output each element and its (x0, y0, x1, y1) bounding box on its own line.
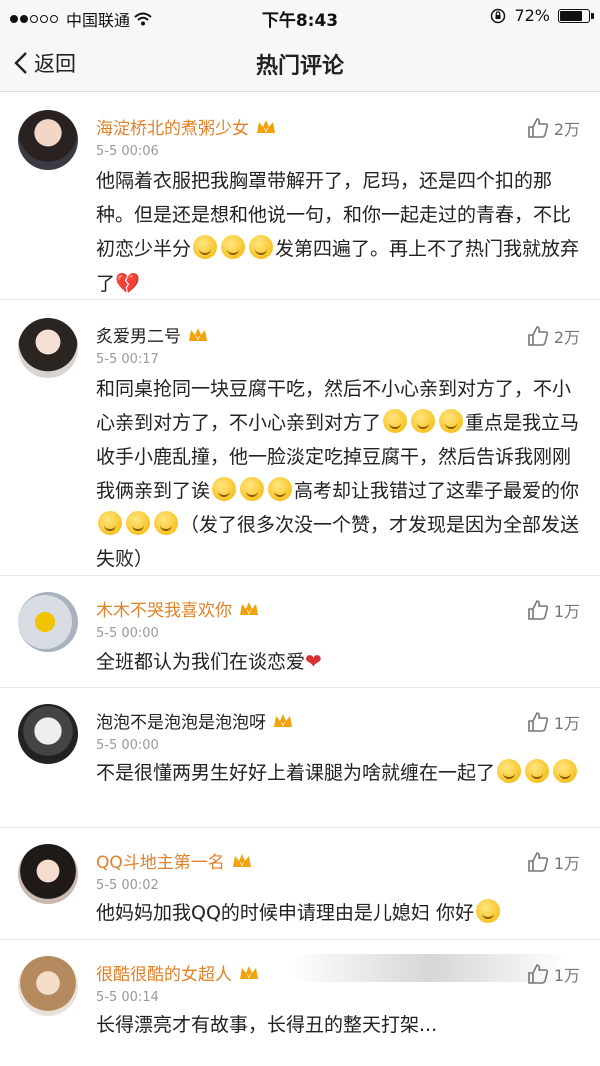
vip-crown-icon: v (240, 601, 258, 616)
comment-text: 他妈妈加我QQ的时候申请理由是儿媳妇 你好 (96, 896, 586, 930)
status-bar: 中国联通 下午8:43 72% (0, 0, 600, 34)
username[interactable]: 炙爱男二号 v (96, 322, 209, 347)
username[interactable]: 木木不哭我喜欢你 v (96, 596, 260, 621)
vip-crown-icon: v (257, 119, 275, 134)
comment-list: 海淀桥北的煮粥少女 v 5-5 00:06 2万 他隔着衣服把我胸罩带解开了，尼… (0, 92, 600, 1066)
nav-bar: 返回 热门评论 (0, 34, 600, 92)
comment-time: 5-5 00:17 (96, 352, 159, 367)
avatar[interactable] (18, 592, 78, 652)
thumbs-up-icon (528, 118, 548, 138)
tears-emoji-icon (98, 511, 122, 535)
like-button[interactable]: 1万 (527, 598, 580, 622)
username-text: 木木不哭我喜欢你 (96, 601, 232, 621)
dizzy-emoji-icon (268, 477, 293, 501)
smile-emoji-icon (193, 235, 218, 259)
svg-text:v: v (247, 608, 251, 616)
username-text: QQ斗地主第一名 (96, 853, 225, 873)
comment-text: 长得漂亮才有故事，长得丑的整天打架... (96, 1008, 586, 1042)
thumbs-up-icon (528, 600, 548, 620)
like-count: 2万 (553, 328, 580, 347)
comment-text: 全班都认为我们在谈恋爱❤ (96, 644, 586, 679)
thumbs-up-icon (528, 712, 548, 732)
like-count: 1万 (553, 854, 580, 873)
avatar[interactable] (18, 318, 78, 378)
thumbs-up-icon (528, 964, 548, 984)
svg-text:v: v (240, 860, 244, 868)
like-count: 2万 (553, 120, 580, 139)
cry-emoji-icon (383, 409, 408, 433)
comment-item: QQ斗地主第一名 v 5-5 00:02 1万 他妈妈加我QQ的时候申请理由是儿… (0, 828, 600, 940)
like-button[interactable]: 2万 (527, 324, 580, 348)
orientation-lock-icon (491, 8, 506, 23)
comment-item: 炙爱男二号 v 5-5 00:17 2万 和同桌抢同一块豆腐干吃，然后不小心亲到… (0, 300, 600, 576)
vip-crown-icon: v (189, 327, 207, 342)
vip-crown-icon: v (232, 853, 251, 868)
avatar[interactable] (18, 844, 78, 904)
avatar[interactable] (18, 956, 78, 1016)
smile-emoji-icon (553, 759, 578, 783)
svg-text:v: v (264, 126, 268, 134)
tears-emoji-icon (126, 511, 150, 535)
username[interactable]: 海淀桥北的煮粥少女 v (96, 114, 277, 139)
thumbs-up-icon (528, 326, 548, 346)
comment-text: 和同桌抢同一块豆腐干吃，然后不小心亲到对方了，不小心亲到对方了，不小心亲到对方了… (96, 372, 586, 576)
smile-emoji-icon (249, 235, 274, 259)
smile-emoji-icon (525, 759, 550, 783)
like-button[interactable]: 1万 (527, 962, 580, 986)
smile-emoji-icon (497, 759, 522, 783)
status-right: 72% (490, 6, 594, 25)
like-count: 1万 (553, 714, 580, 733)
comment-item: 木木不哭我喜欢你 v 5-5 00:00 1万 全班都认为我们在谈恋爱❤ (0, 576, 600, 688)
tears-emoji-icon (154, 511, 178, 535)
avatar[interactable] (18, 704, 78, 764)
dizzy-emoji-icon (212, 477, 237, 501)
comment-text-part: 不是很懂两男生好好上着课腿为啥就缠在一起了 (96, 762, 496, 784)
like-button[interactable]: 1万 (527, 850, 580, 874)
username[interactable]: QQ斗地主第一名 v (96, 848, 253, 873)
username-text: 炙爱男二号 (96, 327, 181, 347)
svg-text:v: v (281, 720, 285, 728)
avatar[interactable] (18, 110, 78, 170)
username[interactable]: 泡泡不是泡泡是泡泡呀 v (96, 708, 294, 733)
broken-heart-icon: 💔 (115, 271, 140, 295)
comment-time: 5-5 00:06 (96, 144, 159, 159)
dizzy-emoji-icon (240, 477, 265, 501)
heart-icon: ❤ (305, 649, 322, 673)
battery-icon (558, 8, 594, 23)
comment-text-part: 长得漂亮才有故事，长得丑的整天打架... (96, 1014, 438, 1036)
username-text: 海淀桥北的煮粥少女 (96, 119, 249, 139)
username-text: 泡泡不是泡泡是泡泡呀 (96, 713, 266, 733)
comment-text-part: 高考却让我错过了这辈子最爱的你 (294, 480, 580, 502)
cry-emoji-icon (411, 409, 436, 433)
comment-time: 5-5 00:14 (96, 990, 159, 1005)
svg-text:v: v (247, 972, 251, 980)
vip-crown-icon: v (274, 713, 292, 728)
comment-text-part: 他妈妈加我QQ的时候申请理由是儿媳妇 你好 (96, 902, 474, 924)
comment-item: 很酷很酷的女超人 v 5-5 00:14 1万 长得漂亮才有故事，长得丑的整天打… (0, 940, 600, 1066)
thumbs-up-icon (528, 852, 548, 872)
comment-item: 海淀桥北的煮粥少女 v 5-5 00:06 2万 他隔着衣服把我胸罩带解开了，尼… (0, 92, 600, 300)
vip-crown-icon: v (240, 965, 258, 980)
smile-emoji-icon (221, 235, 246, 259)
like-count: 1万 (553, 602, 580, 621)
like-button[interactable]: 1万 (527, 710, 580, 734)
svg-text:v: v (196, 334, 200, 342)
battery-percent: 72% (514, 6, 550, 25)
grin-emoji-icon (475, 899, 500, 923)
comment-text: 他隔着衣服把我胸罩带解开了，尼玛，还是四个扣的那种。但是还是想和他说一句，和你一… (96, 164, 586, 301)
comment-text-part: 全班都认为我们在谈恋爱 (96, 651, 306, 673)
like-button[interactable]: 2万 (527, 116, 580, 140)
comment-text: 不是很懂两男生好好上着课腿为啥就缠在一起了 (96, 756, 586, 790)
comment-time: 5-5 00:00 (96, 738, 159, 753)
username-text: 很酷很酷的女超人 (96, 965, 232, 985)
comment-item: 泡泡不是泡泡是泡泡呀 v 5-5 00:00 1万 不是很懂两男生好好上着课腿为… (0, 688, 600, 828)
comment-time: 5-5 00:02 (96, 878, 159, 893)
cry-emoji-icon (439, 409, 464, 433)
page-title: 热门评论 (255, 54, 344, 79)
like-count: 1万 (553, 966, 580, 985)
comment-time: 5-5 00:00 (96, 626, 159, 641)
username[interactable]: 很酷很酷的女超人 v (96, 960, 260, 985)
